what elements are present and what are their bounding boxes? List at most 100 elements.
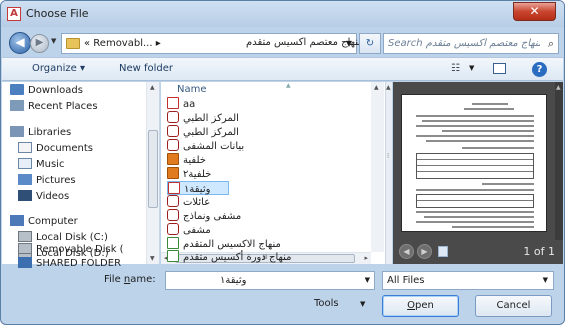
app-icon: A bbox=[7, 7, 21, 21]
scroll-up-icon[interactable]: ▲ bbox=[150, 84, 155, 91]
acrobat-icon bbox=[167, 125, 179, 137]
preview-pane: ▲ ◀ ▶ 1 of 1 bbox=[393, 82, 563, 264]
downloads-icon bbox=[10, 84, 24, 95]
nav-scroll-thumb[interactable] bbox=[148, 130, 158, 208]
file-row[interactable]: مشفى ونماذج bbox=[167, 209, 367, 223]
document-preview-page bbox=[401, 94, 547, 232]
file-row[interactable]: منهاج دورة أكسيس متقدم bbox=[167, 250, 367, 264]
preview-pane-icon[interactable] bbox=[493, 63, 506, 74]
file-row[interactable]: المركز الطبي bbox=[167, 125, 367, 139]
page-count: 1 of 1 bbox=[523, 245, 555, 258]
pane-splitter[interactable]: ▲ ⁞ bbox=[385, 82, 392, 264]
back-button[interactable]: ◀ bbox=[9, 32, 31, 54]
sort-indicator-icon: ▲ bbox=[286, 82, 291, 89]
nav-item-documents[interactable]: Documents bbox=[18, 142, 93, 156]
folder-icon bbox=[66, 38, 80, 49]
nav-scrollbar[interactable]: ▲ ▼ bbox=[146, 82, 159, 264]
scroll-down-icon[interactable]: ▼ bbox=[150, 255, 155, 262]
file-list-vertical-scrollbar[interactable]: ▲ bbox=[371, 82, 384, 252]
navigation-pane: Downloads Recent Places Libraries Docume… bbox=[2, 82, 160, 264]
chevron-down-icon[interactable]: ▼ bbox=[360, 300, 365, 308]
recent-locations-dropdown[interactable]: ▼ bbox=[51, 37, 56, 45]
chevron-down-icon[interactable]: ▼ bbox=[543, 276, 548, 284]
shared-folder-icon bbox=[18, 257, 32, 268]
address-breadcrumb-parent[interactable]: « Removabl... ▸ bbox=[84, 38, 161, 49]
page-icon bbox=[438, 246, 448, 257]
close-button[interactable]: ✕ bbox=[513, 2, 556, 21]
documents-icon bbox=[18, 142, 32, 153]
file-row[interactable]: منهاج الاكسيس المتقدم bbox=[167, 237, 367, 251]
open-button[interactable]: Open bbox=[382, 295, 459, 317]
nav-item-computer[interactable]: Computer bbox=[10, 215, 78, 229]
file-type-select[interactable]: All Files ▼ bbox=[382, 271, 554, 290]
computer-icon bbox=[10, 215, 24, 226]
new-folder-button[interactable]: New folder bbox=[119, 63, 173, 74]
scroll-up-icon[interactable]: ▲ bbox=[556, 84, 561, 91]
pictures-icon bbox=[18, 174, 32, 185]
nav-item-recent-places[interactable]: Recent Places bbox=[10, 100, 98, 114]
file-row[interactable]: المركز الطبي bbox=[167, 111, 367, 125]
disk-icon bbox=[18, 231, 32, 242]
views-icon[interactable]: ☷ bbox=[451, 63, 460, 74]
pdf-icon bbox=[168, 182, 180, 194]
acrobat-icon bbox=[167, 139, 179, 151]
acrobat-icon bbox=[167, 195, 179, 207]
file-row[interactable]: aa bbox=[167, 97, 367, 111]
file-row[interactable]: خلفية٢ bbox=[167, 167, 367, 181]
help-icon[interactable]: ? bbox=[532, 62, 547, 77]
acrobat-icon bbox=[167, 223, 179, 235]
file-list: Name ▲ aa المركز الطبي المركز الطبي بيان… bbox=[161, 82, 385, 264]
title-bar: A Choose File ✕ bbox=[1, 1, 564, 27]
file-type-value: All Files bbox=[387, 275, 425, 286]
filename-input[interactable]: وثيقة١ ▼ bbox=[165, 271, 375, 290]
music-icon bbox=[18, 158, 32, 169]
search-placeholder: Search منهاج معتصم اكسيس متقدم bbox=[388, 38, 540, 49]
nav-item-removable-disk[interactable]: Removable Disk ( bbox=[18, 243, 124, 257]
pdf-icon bbox=[167, 97, 179, 109]
libraries-icon bbox=[10, 126, 24, 137]
views-dropdown-icon[interactable]: ▼ bbox=[469, 64, 474, 72]
name-column-header[interactable]: Name bbox=[177, 84, 207, 95]
document-icon bbox=[167, 237, 179, 249]
chevron-down-icon[interactable]: ▼ bbox=[365, 276, 370, 284]
filename-value: وثيقة١ bbox=[220, 275, 247, 286]
cancel-button[interactable]: Cancel bbox=[475, 295, 552, 317]
file-row[interactable]: خلفية bbox=[167, 153, 367, 167]
file-row-selected[interactable]: وثيقة١ bbox=[167, 181, 229, 195]
preview-scrollbar[interactable]: ▲ bbox=[555, 82, 563, 240]
nav-item-videos[interactable]: Videos bbox=[18, 190, 69, 204]
acrobat-icon bbox=[167, 209, 179, 221]
image-icon bbox=[167, 167, 179, 179]
file-row[interactable]: بيانات المشفى bbox=[167, 139, 367, 153]
nav-item-pictures[interactable]: Pictures bbox=[18, 174, 76, 188]
videos-icon bbox=[18, 190, 32, 201]
nav-item-shared-folder[interactable]: SHARED FOLDER bbox=[18, 257, 121, 271]
command-toolbar: Organize ▾ New folder ☷ ▼ ? bbox=[2, 57, 563, 81]
scroll-up-icon[interactable]: ▲ bbox=[386, 84, 391, 91]
tools-button[interactable]: Tools bbox=[314, 298, 339, 309]
address-bar[interactable]: « Removabl... ▸ منهاج معتصم اكسيس متقدم … bbox=[61, 33, 364, 54]
nav-item-downloads[interactable]: Downloads bbox=[10, 84, 83, 98]
preview-table bbox=[416, 194, 534, 208]
file-row[interactable]: مشفى bbox=[167, 223, 367, 237]
file-row[interactable]: عائلات bbox=[167, 195, 367, 209]
window-title: Choose File bbox=[26, 7, 89, 20]
refresh-button[interactable]: ↻ bbox=[359, 33, 381, 54]
search-icon[interactable]: ⌕ bbox=[548, 37, 554, 51]
removable-disk-icon bbox=[18, 243, 32, 254]
choose-file-dialog: A Choose File ✕ ◀ ▶ ▼ « Removabl... ▸ من… bbox=[0, 0, 565, 325]
previous-page-button[interactable]: ◀ bbox=[399, 244, 414, 259]
forward-button[interactable]: ▶ bbox=[30, 34, 49, 53]
scroll-up-icon[interactable]: ▲ bbox=[374, 84, 379, 91]
splitter-grip-icon[interactable]: ⁞ bbox=[387, 152, 389, 160]
search-input[interactable]: Search منهاج معتصم اكسيس متقدم ⌕ bbox=[383, 33, 559, 54]
acrobat-icon bbox=[167, 111, 179, 123]
nav-item-music[interactable]: Music bbox=[18, 158, 64, 172]
recent-places-icon bbox=[10, 100, 24, 111]
address-dropdown-icon[interactable]: ▼ bbox=[346, 39, 352, 48]
organize-button[interactable]: Organize ▾ bbox=[32, 63, 85, 74]
nav-item-libraries[interactable]: Libraries bbox=[10, 126, 71, 140]
document-icon bbox=[167, 250, 179, 262]
filename-label: File name: bbox=[104, 274, 156, 285]
next-page-button[interactable]: ▶ bbox=[417, 244, 432, 259]
